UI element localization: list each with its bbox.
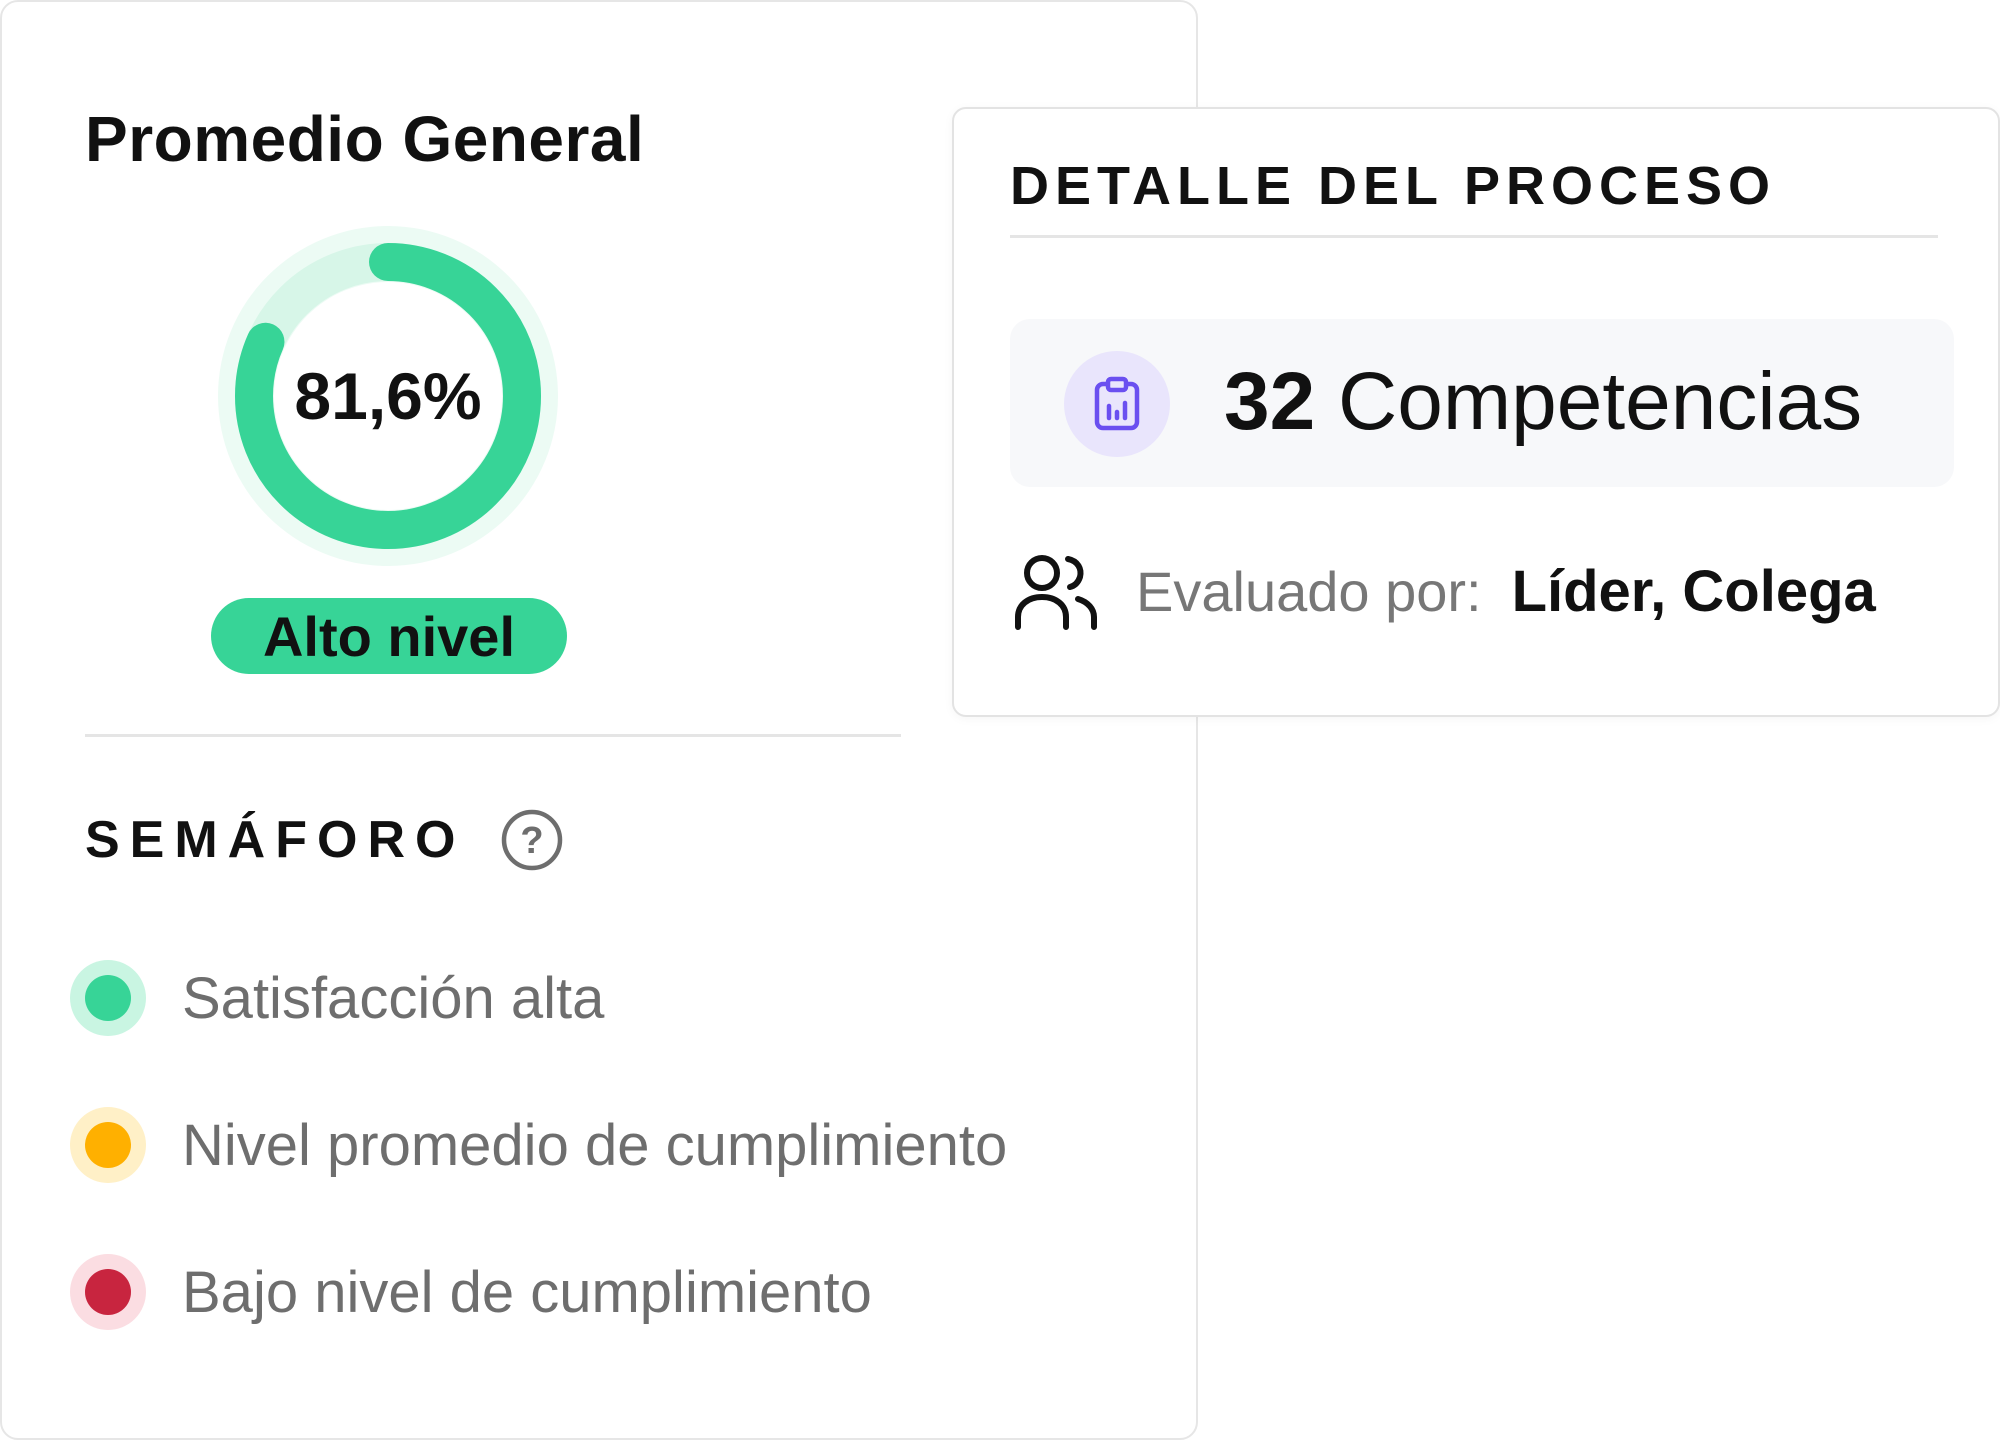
level-badge: Alto nivel bbox=[211, 598, 567, 674]
legend-dot-red bbox=[70, 1254, 146, 1330]
people-icon bbox=[1015, 555, 1097, 630]
competencies-text: 32 Competencias bbox=[1224, 355, 1862, 449]
process-detail-card: DETALLE DEL PROCESO 32 Competencias Eval… bbox=[952, 107, 2000, 717]
competencies-summary: 32 Competencias bbox=[1010, 319, 1954, 487]
average-donut-chart: 81,6% bbox=[214, 222, 562, 570]
detail-divider bbox=[1010, 235, 1938, 238]
competencies-label: Competencias bbox=[1338, 356, 1863, 447]
legend-item-low: Bajo nivel de cumplimiento bbox=[70, 1252, 872, 1332]
legend-label: Satisfacción alta bbox=[182, 965, 605, 1031]
competencies-count: 32 bbox=[1224, 356, 1316, 447]
evaluated-by-label: Evaluado por: bbox=[1136, 559, 1482, 623]
card-title: Promedio General bbox=[85, 103, 645, 175]
legend-item-high: Satisfacción alta bbox=[70, 958, 604, 1038]
evaluators-row: Evaluado por: Líder, Colega bbox=[1012, 541, 1876, 641]
svg-text:?: ? bbox=[520, 820, 543, 862]
legend-dot-yellow bbox=[70, 1107, 146, 1183]
detail-title: DETALLE DEL PROCESO bbox=[1010, 156, 1777, 216]
dashboard-stage: Promedio General 81,6% Alto nivel SEMÁFO… bbox=[0, 0, 2000, 1444]
question-circle-icon[interactable]: ? bbox=[500, 808, 564, 872]
clipboard-chart-icon bbox=[1064, 351, 1170, 457]
evaluated-by-value: Líder, Colega bbox=[1511, 558, 1876, 624]
legend-item-average: Nivel promedio de cumplimiento bbox=[70, 1105, 1007, 1185]
section-divider bbox=[85, 734, 901, 737]
average-percentage: 81,6% bbox=[294, 359, 482, 433]
legend-label: Nivel promedio de cumplimiento bbox=[182, 1112, 1008, 1178]
semaforo-title: SEMÁFORO bbox=[85, 811, 466, 869]
legend-dot-green bbox=[70, 960, 146, 1036]
legend-label: Bajo nivel de cumplimiento bbox=[182, 1259, 872, 1325]
